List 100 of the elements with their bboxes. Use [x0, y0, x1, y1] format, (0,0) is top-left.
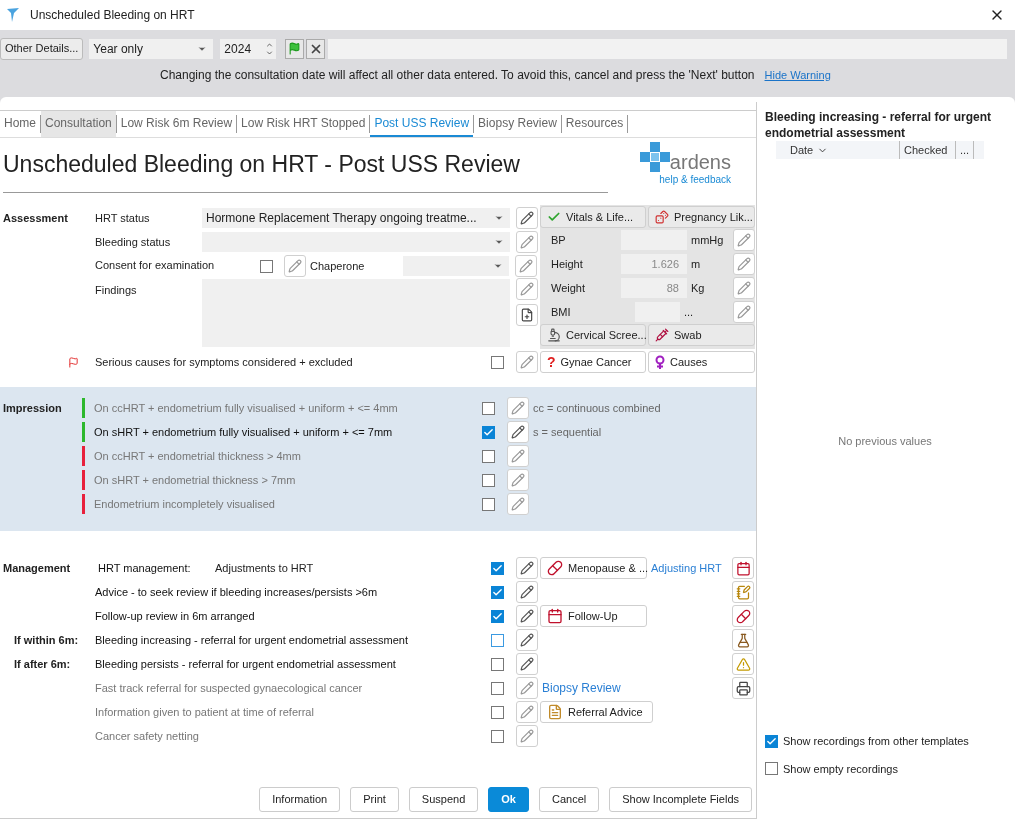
note-text: cc = continuous combined [533, 400, 661, 416]
edit-button[interactable] [507, 421, 529, 443]
side-shortcut-button[interactable] [732, 629, 754, 651]
note-icon [735, 584, 751, 600]
biopsy-review-link[interactable]: Biopsy Review [542, 679, 621, 697]
shortcut-button[interactable]: Causes [648, 351, 755, 373]
help-feedback-link[interactable]: help & feedback [659, 172, 731, 187]
adjusting-hrt-link[interactable]: Adjusting HRT [651, 559, 722, 577]
column-header[interactable]: Date [776, 141, 900, 159]
edit-button[interactable] [516, 231, 538, 253]
other-details-button[interactable]: Other Details... [0, 37, 84, 60]
field-label: Findings [95, 283, 138, 298]
dialog-button[interactable]: Suspend [408, 787, 479, 812]
dialog-button[interactable]: Cancel [538, 787, 600, 812]
edit-button[interactable] [733, 277, 755, 299]
checkbox[interactable] [491, 355, 504, 369]
female-symbol-icon [655, 355, 665, 369]
field-label: HRT management: [97, 560, 192, 576]
edit-button[interactable] [516, 581, 538, 603]
checkbox[interactable] [491, 633, 504, 647]
pill-icon [735, 608, 751, 624]
hide-warning-link[interactable]: Hide Warning [764, 66, 831, 84]
option-label: On ccHRT + endometrium fully visualised + uniform + <= 4mm [93, 400, 399, 416]
edit-button[interactable] [507, 397, 529, 419]
dialog-button[interactable]: Information [259, 787, 341, 812]
tab[interactable]: Low Risk 6m Review [116, 111, 237, 137]
shortcut-button[interactable]: Cervical Scree... [540, 324, 646, 346]
edit-button[interactable] [284, 255, 306, 277]
checkbox[interactable] [482, 401, 495, 415]
shortcut-button[interactable]: Pregnancy Lik... [648, 206, 755, 228]
checkbox[interactable] [482, 425, 495, 439]
edit-button[interactable] [733, 253, 755, 275]
side-shortcut-button[interactable] [732, 605, 754, 627]
checkbox[interactable] [491, 585, 504, 599]
column-header[interactable]: ... [956, 141, 974, 159]
checkbox[interactable] [491, 657, 504, 671]
checkbox[interactable] [491, 561, 504, 575]
edit-button[interactable] [733, 229, 755, 251]
add-note-button[interactable] [516, 304, 538, 326]
date-mode-select[interactable]: Year only [89, 38, 214, 59]
field-label: Consent for examination [95, 258, 216, 273]
shortcut-button[interactable]: Follow-Up [540, 605, 647, 627]
checkbox[interactable] [482, 497, 495, 511]
edit-button[interactable] [516, 701, 538, 723]
edit-button[interactable] [516, 653, 538, 675]
edit-button[interactable] [507, 469, 529, 491]
calendar-icon [547, 608, 563, 624]
vital-label: Height [550, 256, 584, 272]
edit-button[interactable] [516, 605, 538, 627]
edit-button[interactable] [516, 629, 538, 651]
edit-button[interactable] [516, 351, 538, 373]
dice-icon [655, 210, 669, 224]
clear-button[interactable] [306, 38, 326, 59]
edit-button[interactable] [515, 255, 537, 277]
section-heading: Management [2, 560, 71, 576]
checkbox[interactable] [482, 449, 495, 463]
edit-button[interactable] [507, 493, 529, 515]
tab[interactable]: Resources [561, 111, 628, 137]
checkbox[interactable] [260, 259, 273, 273]
year-spinner[interactable]: 2024 [220, 38, 277, 59]
edit-button[interactable] [516, 207, 538, 229]
checkbox[interactable] [491, 681, 504, 695]
checkbox[interactable] [765, 762, 778, 776]
dialog-button[interactable]: Print [350, 787, 399, 812]
logo-cross-icon [639, 142, 670, 172]
tab[interactable]: Post USS Review [370, 111, 474, 137]
tab[interactable]: Low Risk HRT Stopped [237, 111, 370, 137]
column-header[interactable]: Checked [900, 141, 956, 159]
tab[interactable]: Biopsy Review [474, 111, 561, 137]
dropdown-caret-icon [494, 213, 504, 223]
tab[interactable]: Consultation [41, 111, 116, 137]
shortcut-button[interactable]: Vitals & Life... [540, 206, 646, 228]
edit-button[interactable] [516, 677, 538, 699]
shortcut-button[interactable]: Swab [648, 324, 755, 346]
dialog-button[interactable]: Show Incomplete Fields [609, 787, 752, 812]
checkbox[interactable] [491, 705, 504, 719]
edit-button[interactable] [516, 725, 538, 747]
form-title: Unscheduled Bleeding on HRT - Post USS Review [3, 150, 521, 179]
edit-button[interactable] [507, 445, 529, 467]
checkbox[interactable] [765, 734, 778, 748]
hrt-status-select[interactable]: Hormone Replacement Therapy ongoing treatme... [202, 208, 510, 228]
vital-label: BMI [550, 304, 572, 320]
printer-icon [735, 680, 751, 696]
checkbox[interactable] [491, 609, 504, 623]
unit-label: m [690, 256, 702, 272]
tab[interactable]: Home [0, 111, 40, 137]
edit-button[interactable] [516, 557, 538, 579]
edit-button[interactable] [733, 301, 755, 323]
condition-label: If after 6m: [13, 656, 71, 672]
shortcut-button[interactable]: Referral Advice [540, 701, 653, 723]
shortcut-button[interactable]: ? Gynae Cancer [540, 351, 646, 373]
warning-icon [735, 656, 751, 672]
dialog-button[interactable]: Ok [488, 787, 529, 812]
side-shortcut-button[interactable] [732, 557, 754, 579]
checkbox[interactable] [482, 473, 495, 487]
shortcut-button[interactable]: Menopause & ... [540, 557, 647, 579]
pill-icon [547, 560, 563, 576]
side-shortcut-button[interactable] [732, 677, 754, 699]
checkbox[interactable] [491, 729, 504, 743]
history-title: Bleeding increasing - referral for urgent endometrial assessment [765, 109, 993, 141]
